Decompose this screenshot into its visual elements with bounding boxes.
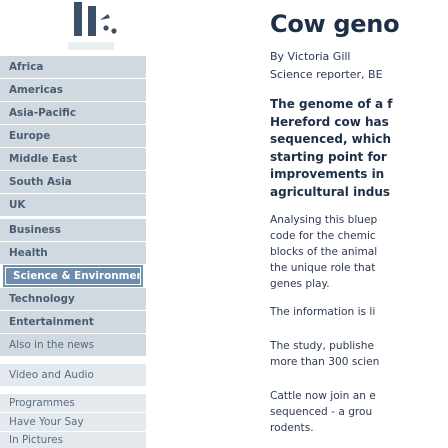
sidebar-item-label: Science & Environment [13, 270, 143, 282]
sidebar-item-label: UK [9, 199, 26, 211]
lead-line: agricultural indus [270, 184, 391, 199]
sidebar-navigation: Africa Americas Asia-Pacific Europe Midd… [0, 0, 146, 448]
article-paragraph: Cattle now join an e sequenced - a grou … [270, 388, 448, 436]
paragraph-line: The study, publishe [270, 340, 374, 352]
paragraph-line: Analysing this bluep [270, 214, 378, 226]
article-paragraph: The information is li [270, 304, 448, 320]
sidebar-item-science-environment[interactable]: Science & Environment [3, 265, 143, 287]
paragraph-line: sequenced - a grou [270, 406, 373, 418]
sidebar-item-health[interactable]: Health [0, 242, 146, 264]
article-headline: Cow geno [270, 10, 400, 38]
sidebar-item-technology[interactable]: Technology [0, 288, 146, 310]
sidebar-item-label: Also in the news [9, 339, 95, 351]
sidebar-item-label: Middle East [9, 153, 78, 165]
sidebar-item-americas[interactable]: Americas [0, 79, 146, 101]
paragraph-line: rodents. [270, 422, 314, 434]
paragraph-line: code for the chemic [270, 230, 376, 242]
article: Cow geno By Victoria Gill Science report… [170, 0, 448, 448]
paragraph-line: more than 300 scien [270, 356, 380, 368]
sidebar-item-africa[interactable]: Africa [0, 56, 146, 78]
article-lead: The genome of a f Hereford cow has seque… [270, 96, 448, 201]
lead-line: The genome of a f [270, 97, 393, 111]
paragraph-line: genes play. [270, 278, 330, 290]
paragraph-line: blocks of the animal [270, 246, 378, 258]
sidebar-item-asia-pacific[interactable]: Asia-Pacific [0, 102, 146, 124]
sidebar-item-also-in-the-news[interactable]: Also in the news [0, 334, 146, 356]
sidebar-item-label: Programmes [9, 397, 75, 409]
sidebar-item-europe[interactable]: Europe [0, 125, 146, 147]
sidebar-item-business[interactable]: Business [0, 219, 146, 241]
sidebar-item-programmes[interactable]: Programmes [0, 394, 146, 412]
article-paragraph: Analysing this bluep code for the chemic… [270, 212, 448, 292]
lead-line: Hereford cow has [270, 114, 389, 129]
sidebar-item-label: Europe [9, 130, 51, 142]
sidebar-item-label: Technology [9, 293, 75, 305]
sidebar-item-label: Have Your Say [9, 416, 84, 428]
sidebar-item-uk[interactable]: UK [0, 194, 146, 216]
sidebar-item-label: Business [9, 224, 61, 236]
article-author-role: Science reporter, BE [270, 68, 383, 81]
sidebar-item-have-your-say[interactable]: Have Your Say [0, 413, 146, 431]
article-byline: By Victoria Gill [270, 50, 351, 63]
sidebar-item-label: South Asia [9, 176, 72, 188]
lead-line: sequenced, which [270, 132, 392, 146]
article-paragraph: The study, publishe more than 300 scien [270, 338, 448, 370]
sidebar-item-label: In Pictures [9, 434, 64, 446]
paragraph-line: Cattle now join an e [270, 390, 376, 402]
sidebar-item-video-and-audio[interactable]: Video and Audio [0, 364, 146, 386]
sidebar-item-south-asia[interactable]: South Asia [0, 171, 146, 193]
sidebar-item-label: Americas [9, 84, 63, 96]
sidebar-item-label: Asia-Pacific [9, 107, 77, 119]
sidebar-item-label: Health [9, 247, 48, 259]
sidebar-item-in-pictures[interactable]: In Pictures [0, 432, 146, 448]
sidebar-item-middle-east[interactable]: Middle East [0, 148, 146, 170]
sidebar-item-label: Entertainment [9, 316, 94, 328]
bbc-globe-icon [68, 2, 117, 50]
lead-line: starting point for [270, 149, 387, 164]
sidebar-item-label: Africa [9, 61, 44, 73]
paragraph-line: The information is li [270, 306, 376, 318]
sidebar-item-entertainment[interactable]: Entertainment [0, 311, 146, 333]
sidebar-item-label: Video and Audio [9, 369, 94, 381]
paragraph-line: the unique role that [270, 262, 376, 274]
lead-line: improvements in [270, 167, 385, 181]
